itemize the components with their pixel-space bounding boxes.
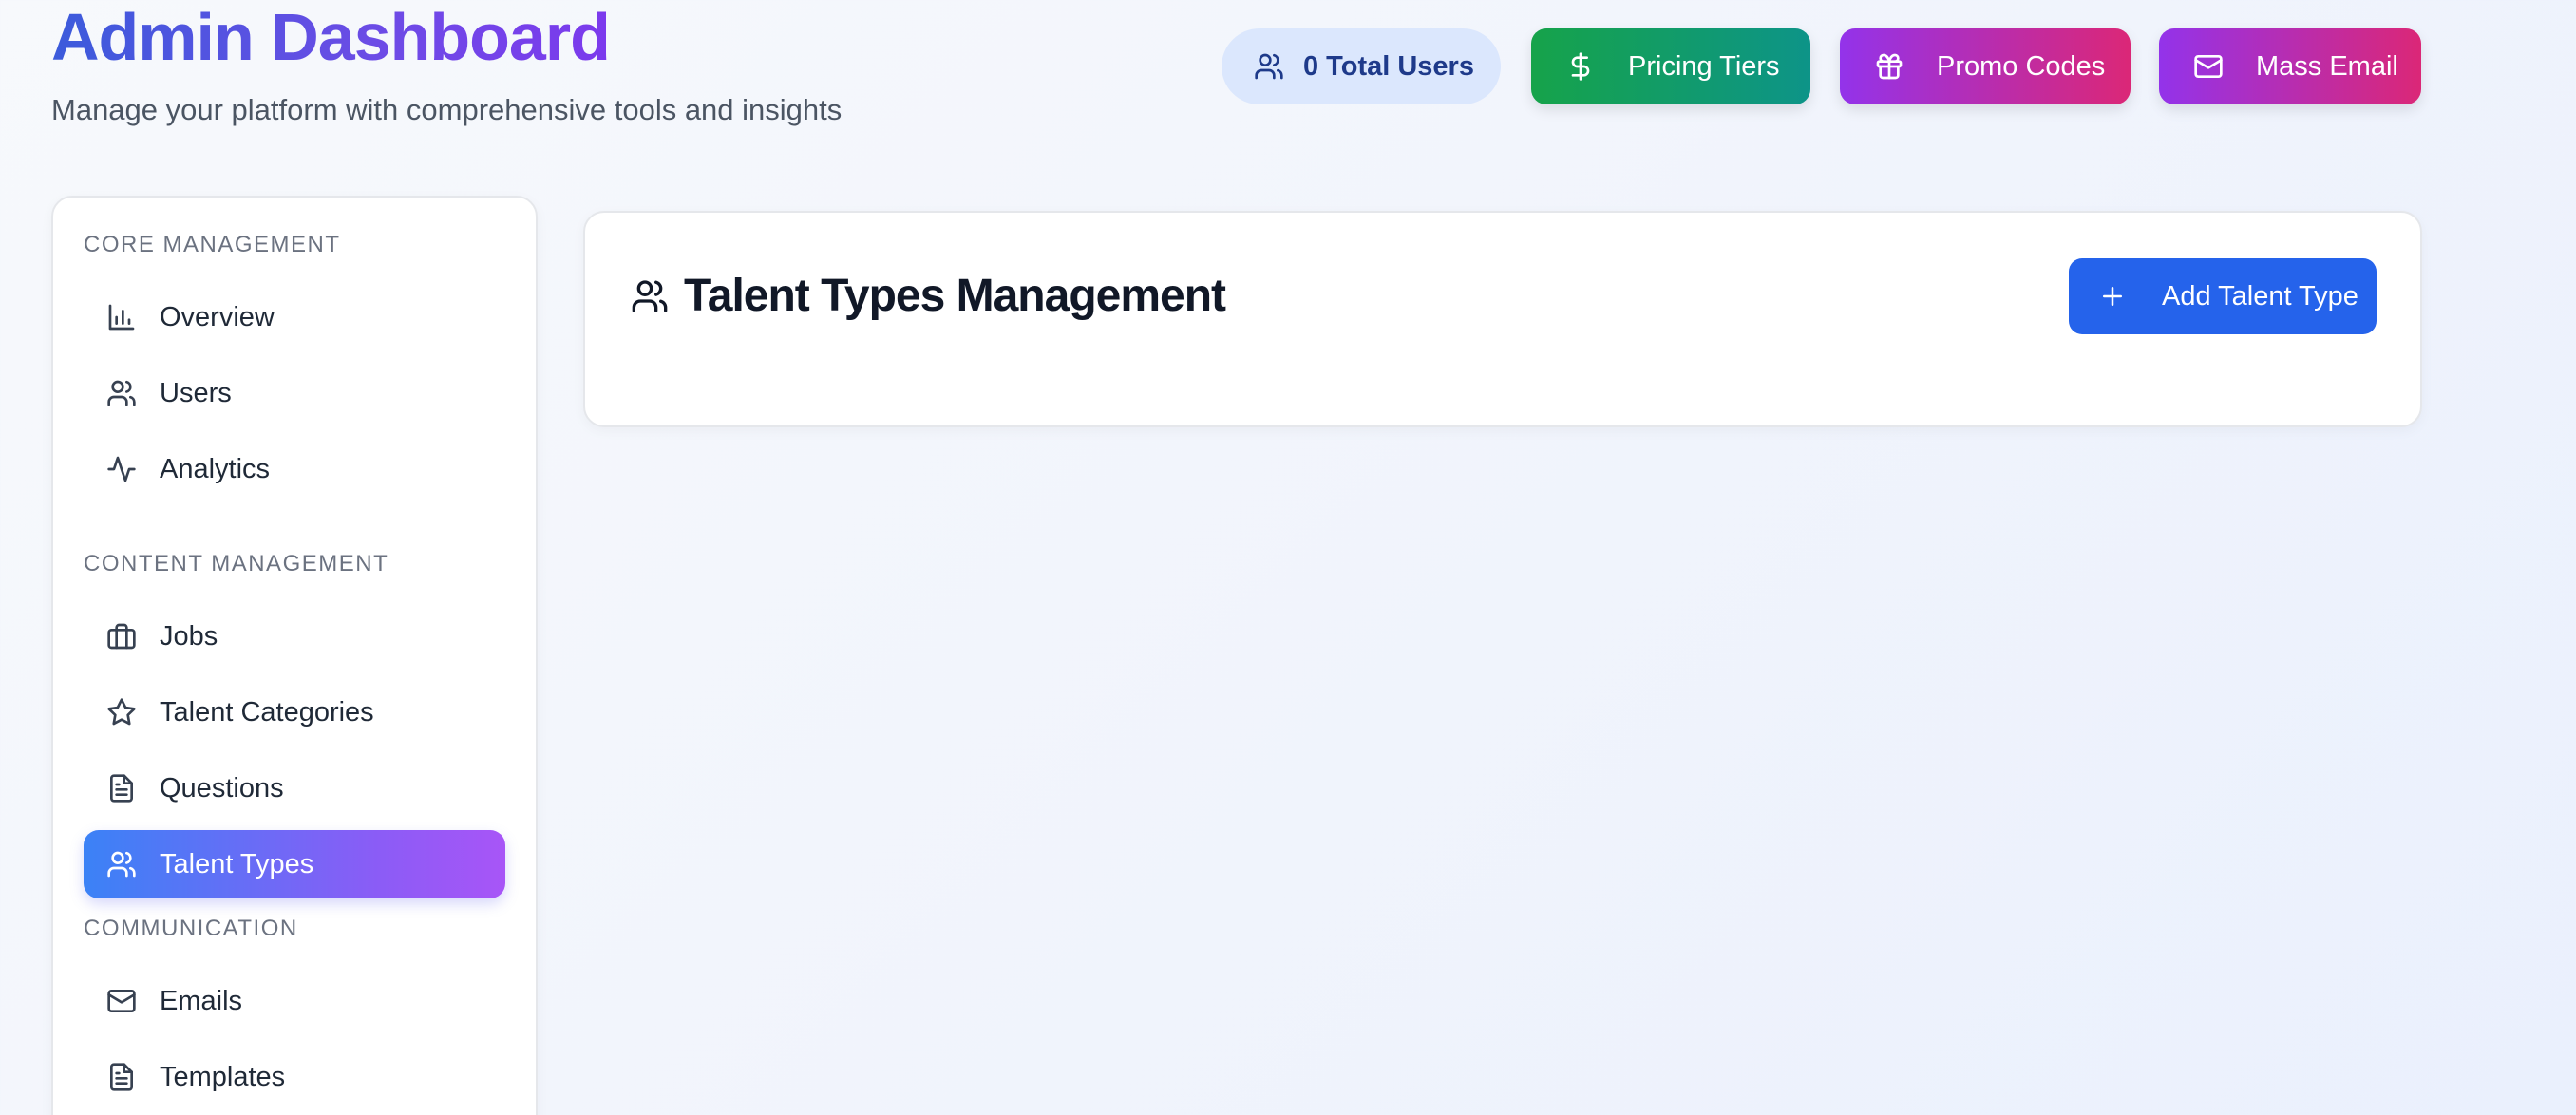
sidebar-item-label: Emails <box>160 985 243 1016</box>
plus-icon <box>2097 281 2128 312</box>
section-label-core: CORE MANAGEMENT <box>84 232 341 257</box>
sidebar-item-label: Talent Types <box>160 848 314 879</box>
sidebar-item-overview[interactable]: Overview <box>84 283 505 351</box>
gift-icon <box>1872 49 1906 84</box>
sidebar-item-analytics[interactable]: Analytics <box>84 435 505 503</box>
sidebar-item-label: Jobs <box>160 620 218 652</box>
promo-codes-button[interactable]: Promo Codes <box>1840 28 2131 104</box>
talent-types-card: Talent Types Management Add Talent Type <box>583 211 2422 427</box>
sidebar-item-label: Users <box>160 377 232 408</box>
sidebar-item-label: Talent Categories <box>160 696 374 728</box>
mass-email-button[interactable]: Mass Email <box>2159 28 2421 104</box>
sidebar-item-label: Templates <box>160 1061 286 1092</box>
sidebar-item-users[interactable]: Users <box>84 359 505 427</box>
card-title-text: Talent Types Management <box>684 271 1226 321</box>
activity-icon <box>104 452 139 486</box>
users-icon <box>629 275 671 317</box>
card-title: Talent Types Management <box>629 270 1226 322</box>
file-text-icon <box>104 1060 139 1094</box>
total-users-badge: 0 Total Users <box>1222 28 1501 104</box>
sidebar-item-label: Questions <box>160 772 284 803</box>
bar-chart-icon <box>104 300 139 334</box>
sidebar-item-label: Analytics <box>160 453 271 484</box>
page-title: Admin Dashboard <box>51 0 611 74</box>
mail-icon <box>2191 49 2226 84</box>
briefcase-icon <box>104 619 139 653</box>
sidebar-item-templates[interactable]: Templates <box>84 1043 505 1111</box>
page-subtitle: Manage your platform with comprehensive … <box>51 93 843 126</box>
users-icon <box>104 376 139 410</box>
sidebar-item-emails[interactable]: Emails <box>84 967 505 1035</box>
total-users-label: 0 Total Users <box>1303 50 1474 82</box>
users-icon <box>104 847 139 881</box>
pricing-tiers-button[interactable]: Pricing Tiers <box>1531 28 1810 104</box>
promo-codes-label: Promo Codes <box>1937 50 2106 82</box>
section-label-content: CONTENT MANAGEMENT <box>84 551 389 576</box>
sidebar-item-questions[interactable]: Questions <box>84 754 505 822</box>
add-talent-type-label: Add Talent Type <box>2162 280 2358 312</box>
sidebar-item-talent-types[interactable]: Talent Types <box>84 830 505 898</box>
users-icon <box>1252 49 1286 84</box>
sidebar-item-jobs[interactable]: Jobs <box>84 602 505 671</box>
pricing-tiers-label: Pricing Tiers <box>1628 50 1780 82</box>
dollar-icon <box>1563 49 1598 84</box>
star-icon <box>104 695 139 729</box>
file-text-icon <box>104 771 139 805</box>
mass-email-label: Mass Email <box>2256 50 2398 82</box>
sidebar: CORE MANAGEMENT Overview Users Analytics… <box>51 196 538 1115</box>
section-label-communication: COMMUNICATION <box>84 916 298 941</box>
sidebar-item-label: Overview <box>160 301 275 332</box>
add-talent-type-button[interactable]: Add Talent Type <box>2069 258 2377 334</box>
mail-icon <box>104 984 139 1018</box>
sidebar-item-talent-categories[interactable]: Talent Categories <box>84 678 505 746</box>
